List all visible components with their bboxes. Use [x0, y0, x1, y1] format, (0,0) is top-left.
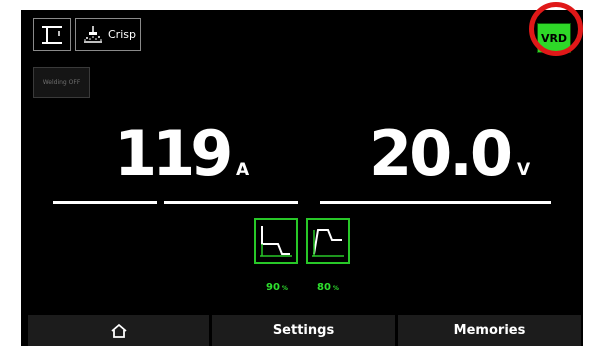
waveform-1-percent-value: 90 [266, 282, 280, 293]
waveform-2-percent: 80% [317, 282, 339, 293]
waveform-2-percent-unit: % [332, 285, 339, 292]
welding-status-badge: Welding OFF [33, 67, 90, 98]
waveform-button-2[interactable] [306, 218, 350, 264]
current-underline-left [53, 201, 157, 204]
settings-button[interactable]: Settings [212, 315, 395, 346]
arc-mode-button[interactable]: Crisp [75, 18, 141, 51]
arc-mode-label: Crisp [108, 28, 136, 41]
waveform-2-percent-value: 80 [317, 282, 331, 293]
voltage-unit: V [517, 160, 531, 180]
memories-button[interactable]: Memories [398, 315, 581, 346]
current-underline-right [164, 201, 298, 204]
spatter-icon [84, 25, 102, 43]
footer-nav: Settings Memories [28, 315, 581, 346]
home-button[interactable] [28, 315, 209, 346]
home-icon [110, 323, 127, 338]
process-mode-button[interactable] [33, 18, 71, 51]
pulse-waveform-icon [312, 229, 344, 257]
voltage-underline [320, 201, 551, 204]
current-value: 119 [114, 117, 233, 190]
down-slope-waveform-icon [260, 226, 292, 257]
waveform-1-percent-unit: % [281, 285, 288, 292]
current-unit: A [236, 160, 250, 180]
waveform-button-1[interactable] [254, 218, 298, 264]
welder-display: Crisp Welding OFF VRD 119 A 20.0 V 90% 8… [21, 10, 583, 346]
voltage-value: 20.0 [369, 117, 513, 190]
highlight-ring [529, 2, 583, 56]
waveform-1-percent: 90% [266, 282, 288, 293]
mig-gun-icon [42, 26, 62, 44]
